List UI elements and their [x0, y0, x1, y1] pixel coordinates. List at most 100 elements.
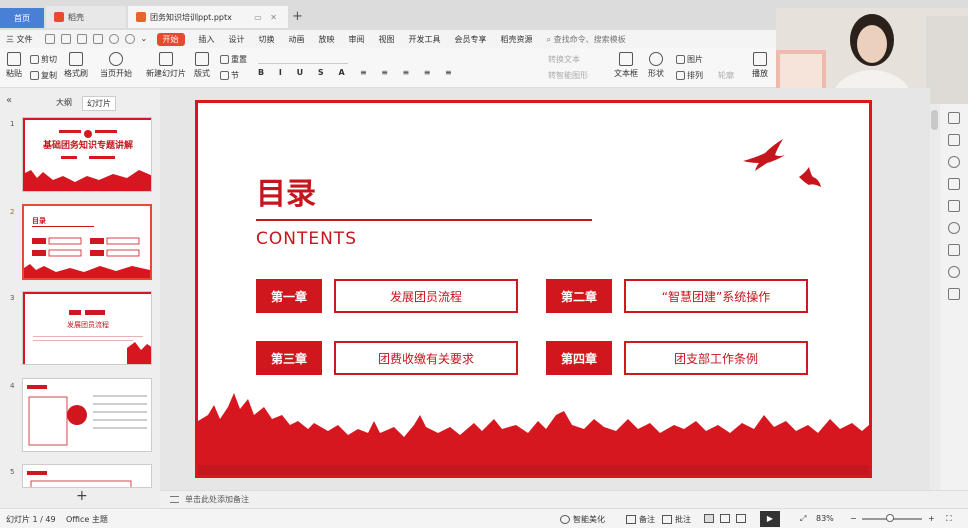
ribbon-tab[interactable]: 切换 [259, 34, 275, 45]
chapter-2-label[interactable]: 第二章 [546, 279, 612, 313]
new-slide-button[interactable]: 新建幻灯片 [146, 52, 186, 79]
scrollbar-thumb[interactable] [931, 110, 938, 130]
expand-icon[interactable] [948, 112, 960, 124]
normal-view-button[interactable] [704, 514, 717, 523]
chapter-4-title[interactable]: 团支部工作条例 [624, 341, 808, 375]
chapter-4-label[interactable]: 第四章 [546, 341, 612, 375]
ribbon-tab[interactable]: 放映 [319, 34, 335, 45]
location-icon[interactable] [948, 266, 960, 278]
vertical-scrollbar[interactable] [930, 104, 939, 490]
new-tab-icon[interactable]: + [292, 9, 303, 24]
notes-toggle-button[interactable]: 备注 [626, 514, 655, 525]
format-painter-button[interactable]: 格式刷 [64, 52, 88, 79]
copy-button[interactable]: 复制 [30, 70, 57, 81]
paste-button[interactable]: 粘贴 [6, 52, 22, 79]
slideshow-icon [753, 52, 767, 66]
ribbon-tab[interactable]: 动画 [289, 34, 305, 45]
redo-icon[interactable] [124, 34, 135, 44]
new-slide-label: 新建幻灯片 [146, 69, 186, 78]
font-style-buttons[interactable]: B I U S A [258, 68, 351, 77]
zoom-in-icon[interactable]: + [928, 514, 935, 523]
chapter-2-title[interactable]: “智慧团建”系统操作 [624, 279, 808, 313]
section-label: 节 [231, 71, 239, 80]
crop-icon[interactable] [948, 200, 960, 212]
tab-close-icon[interactable]: ▭ ✕ [254, 13, 280, 22]
share-icon[interactable] [948, 244, 960, 256]
arrange-label: 排列 [687, 71, 703, 80]
section-button[interactable]: 节 [220, 70, 239, 81]
ribbon-tab[interactable]: 开始 [156, 32, 185, 46]
notes-pane[interactable]: 单击此处添加备注 [160, 490, 968, 508]
ribbon-tab[interactable]: 审阅 [349, 34, 365, 45]
zoom-slider-handle[interactable] [886, 514, 894, 522]
beautify-icon [560, 515, 570, 524]
ribbon-tab[interactable]: 设计 [229, 34, 245, 45]
text-box-icon [619, 52, 633, 66]
slide-thumbnail-1[interactable]: 基础团务知识专题讲解 [22, 117, 152, 192]
undo-icon[interactable] [108, 34, 119, 44]
text-box-button[interactable]: 文本框 [614, 52, 638, 79]
tab-docer[interactable]: 稻壳 [46, 6, 126, 28]
tab-outline[interactable]: 大纲 [52, 96, 76, 109]
print-icon[interactable] [76, 34, 87, 44]
slide-thumbnail-2[interactable]: 目录 [22, 204, 152, 280]
shape-button[interactable]: 形状 [648, 52, 664, 79]
help-icon[interactable] [948, 222, 960, 234]
slide-subtitle[interactable]: CONTENTS [256, 229, 357, 249]
outline-button[interactable]: 轮廓 [718, 70, 734, 81]
slideshow-play-icon[interactable]: ▶ [760, 511, 780, 527]
collapse-panel-icon[interactable]: « [6, 95, 12, 106]
chapter-3-title[interactable]: 团费收缴有关要求 [334, 341, 518, 375]
chapter-1-label[interactable]: 第一章 [256, 279, 322, 313]
file-menu[interactable]: 三 文件 [6, 34, 33, 45]
play-button[interactable]: 播放 [752, 52, 768, 79]
reading-view-button[interactable] [736, 514, 749, 523]
cut-button[interactable]: 剪切 [30, 54, 57, 65]
slide-title[interactable]: 目录 [256, 169, 316, 213]
preview-icon[interactable] [92, 34, 103, 44]
smart-beautify-button[interactable]: 智能美化 [560, 514, 605, 525]
tab-slides[interactable]: 幻灯片 [82, 96, 116, 111]
tab-document[interactable]: 团务知识培训ppt.pptx ▭ ✕ [128, 6, 288, 28]
layout-button[interactable]: 版式 [194, 52, 210, 79]
ribbon-tab[interactable]: 会员专享 [455, 34, 487, 45]
sliders-icon[interactable] [948, 134, 960, 146]
outline-label: 轮廓 [718, 71, 734, 80]
save-icon[interactable] [44, 34, 55, 44]
comments-button[interactable]: 批注 [662, 514, 691, 525]
smart-graphic-button[interactable]: 转智能图形 [548, 70, 588, 81]
theme-name[interactable]: Office 主题 [66, 514, 108, 525]
book-icon[interactable] [948, 288, 960, 300]
chapter-3-label[interactable]: 第三章 [256, 341, 322, 375]
zoom-level[interactable]: 83% [816, 514, 834, 523]
convert-text-button[interactable]: 转换文本 [548, 54, 580, 65]
ribbon-tab[interactable]: 开发工具 [409, 34, 441, 45]
sorter-view-button[interactable] [720, 514, 733, 523]
dropdown-icon[interactable]: ⌄ [141, 34, 151, 44]
search-command[interactable]: ⌕ 查找命令、搜索模板 [547, 34, 626, 45]
slide-thumbnail-4[interactable] [22, 378, 152, 452]
fullscreen-icon[interactable]: ⛶ [946, 514, 952, 524]
picture-button[interactable]: 图片 [676, 54, 703, 65]
export-icon[interactable] [60, 34, 71, 44]
play-label: 播放 [752, 69, 768, 78]
shapes-icon[interactable] [948, 178, 960, 190]
chapter-1-title[interactable]: 发展团员流程 [334, 279, 518, 313]
zoom-out-icon[interactable]: − [850, 514, 857, 523]
ribbon-tab[interactable]: 视图 [379, 34, 395, 45]
reset-button[interactable]: 重置 [220, 54, 247, 65]
tab-home[interactable]: 首页 [0, 8, 44, 28]
arrange-button[interactable]: 排列 [676, 70, 703, 81]
ribbon-tab[interactable]: 插入 [199, 34, 215, 45]
play-from-current-button[interactable]: 当页开始 [100, 52, 132, 79]
star-icon[interactable] [948, 156, 960, 168]
font-name-select[interactable] [258, 54, 348, 64]
add-slide-icon[interactable]: + [76, 488, 88, 504]
paragraph-buttons[interactable]: ≡ ≡ ≡ ≡ ≡ [360, 68, 458, 77]
slide-thumbnail-5[interactable] [22, 464, 152, 488]
ribbon-tab[interactable]: 稻壳资源 [501, 34, 533, 45]
slide-thumbnail-3[interactable]: 发展团员流程 [22, 291, 152, 365]
fit-window-icon[interactable]: ⤢ [800, 514, 806, 524]
current-slide[interactable]: 目录 CONTENTS 第一章 发展团员流程 第二章 “智慧团建”系统操作 第三… [195, 100, 872, 478]
shape-icon [649, 52, 663, 66]
